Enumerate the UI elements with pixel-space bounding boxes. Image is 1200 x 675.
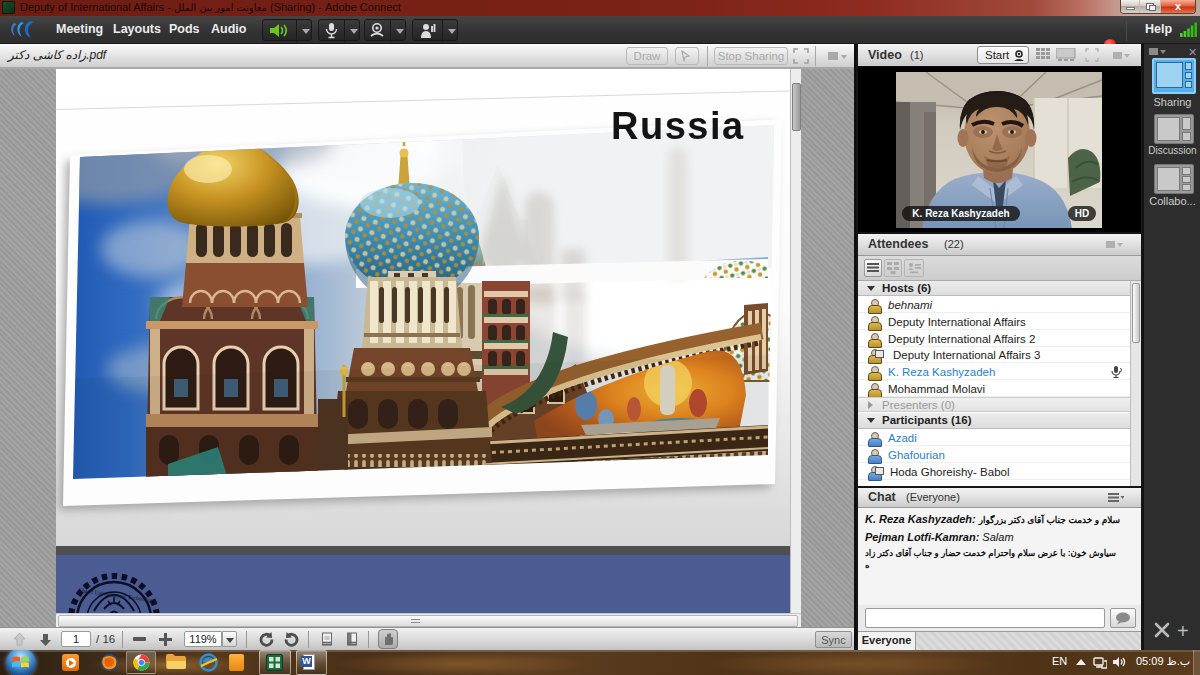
svg-text:Sharif University of Technolog: Sharif University of Technology xyxy=(78,587,156,604)
